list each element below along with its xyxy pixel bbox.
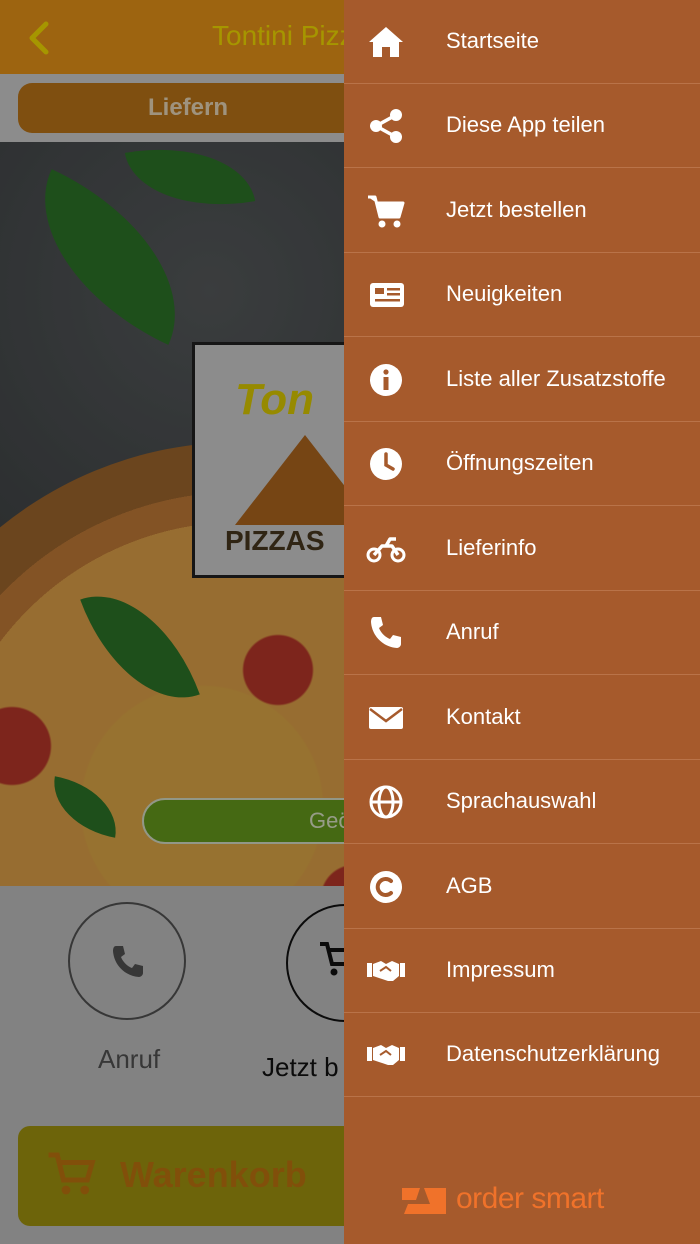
- share-icon: [370, 109, 402, 143]
- copyright-icon: [370, 871, 402, 903]
- menu-label: Anruf: [446, 619, 499, 644]
- menu-label: Liste aller Zusatzstoffe: [446, 366, 666, 391]
- menu-label: Diese App teilen: [446, 112, 605, 137]
- brand-text: order smart: [456, 1182, 604, 1215]
- menu-item-order-now[interactable]: Jetzt bestellen: [344, 169, 700, 253]
- handshake-icon: [367, 1045, 405, 1065]
- envelope-icon: [369, 707, 403, 729]
- menu-label: AGB: [446, 873, 493, 898]
- home-icon: [369, 27, 403, 57]
- brand-mark-icon: [402, 1188, 446, 1214]
- handshake-icon: [367, 961, 405, 981]
- order-smart-logo: order smart: [400, 1182, 640, 1222]
- menu-item-opening-hours[interactable]: Öffnungszeiten: [344, 422, 700, 506]
- menu-label: Lieferinfo: [446, 535, 537, 560]
- menu-item-news[interactable]: Neuigkeiten: [344, 253, 700, 337]
- phone-icon: [371, 617, 401, 648]
- menu-label: Öffnungszeiten: [446, 450, 594, 475]
- menu-item-share[interactable]: Diese App teilen: [344, 84, 700, 168]
- cart-icon: [368, 195, 405, 228]
- navigation-drawer: Startseite Diese App teilen Jetzt bestel…: [344, 0, 700, 1244]
- menu-item-delivery-info[interactable]: Lieferinfo: [344, 507, 700, 591]
- menu-item-terms[interactable]: AGB: [344, 845, 700, 929]
- menu-label: Neuigkeiten: [446, 281, 563, 306]
- menu-item-privacy[interactable]: Datenschutzerklärung: [344, 1013, 700, 1097]
- menu-item-startseite[interactable]: Startseite: [344, 0, 700, 84]
- menu-label: Impressum: [446, 957, 555, 982]
- motorcycle-icon: [366, 537, 406, 563]
- menu-label: Sprachauswahl: [446, 788, 597, 813]
- menu-item-additives[interactable]: Liste aller Zusatzstoffe: [344, 338, 700, 422]
- menu-label: Startseite: [446, 28, 539, 53]
- info-icon: [370, 364, 402, 396]
- menu-item-contact[interactable]: Kontakt: [344, 676, 700, 760]
- clock-icon: [370, 448, 402, 480]
- menu-item-language[interactable]: Sprachauswahl: [344, 760, 700, 844]
- menu-item-imprint[interactable]: Impressum: [344, 929, 700, 1013]
- menu-label: Kontakt: [446, 704, 521, 729]
- menu-label: Jetzt bestellen: [446, 197, 587, 222]
- menu-item-call[interactable]: Anruf: [344, 591, 700, 675]
- newspaper-icon: [370, 283, 404, 307]
- menu-label: Datenschutzerklärung: [446, 1041, 661, 1066]
- globe-icon: [369, 785, 403, 819]
